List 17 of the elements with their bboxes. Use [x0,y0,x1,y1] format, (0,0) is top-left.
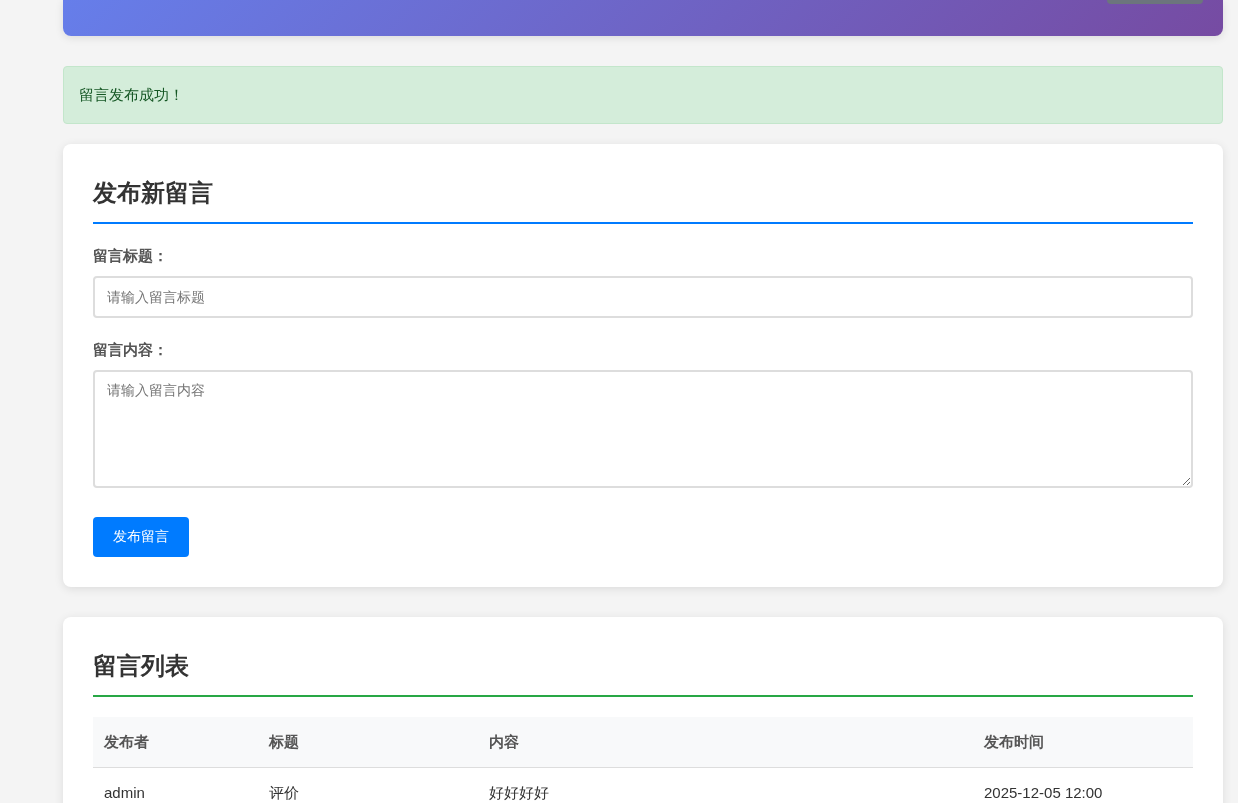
table-cell: 好好好好 [478,767,973,803]
table-header-cell: 发布时间 [973,717,1193,768]
table-cell: 评价 [258,767,478,803]
success-alert: 留言发布成功！ [63,66,1223,124]
table-cell: admin [93,767,258,803]
table-cell: 2025-12-05 12:00 [973,767,1193,803]
list-title: 留言列表 [93,651,1193,697]
table-header-cell: 内容 [478,717,973,768]
form-title: 发布新留言 [93,178,1193,224]
content-textarea[interactable]: 请输入留言内容 [93,370,1193,488]
table-header-cell: 发布者 [93,717,258,768]
field-label: 留言标题： [93,246,169,266]
title-input[interactable]: 请输入留言标题 [93,276,1193,318]
table-header-cell: 标题 [258,717,478,768]
submit-button[interactable]: 发布留言 [93,517,189,557]
field-label: 留言内容： [93,340,169,360]
header-button[interactable] [1107,0,1203,4]
